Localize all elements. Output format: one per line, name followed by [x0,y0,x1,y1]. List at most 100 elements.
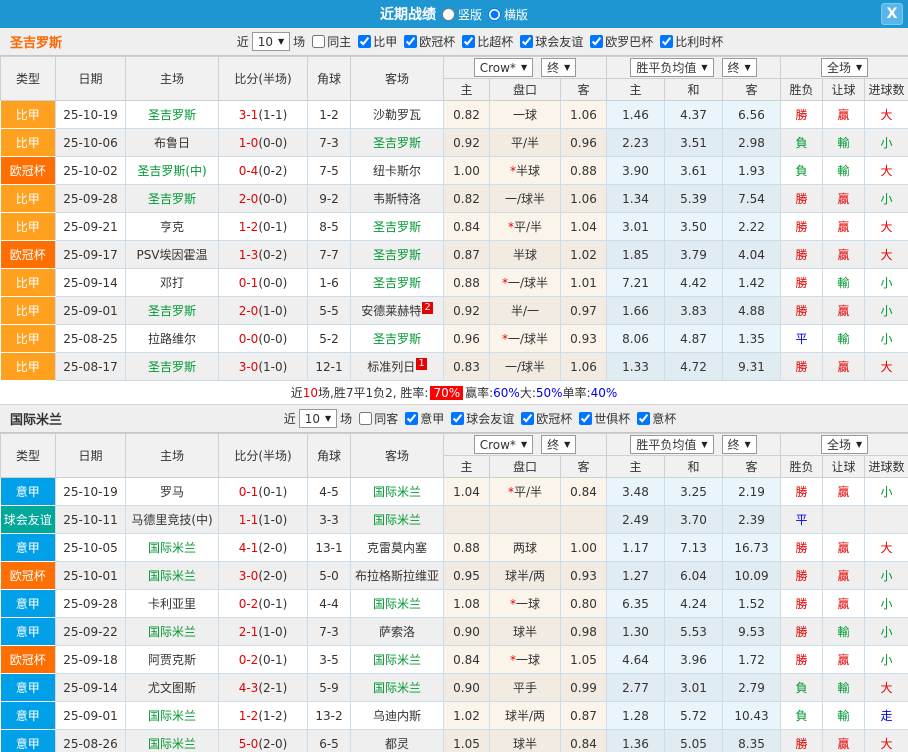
result-handicap-cell: 輸 [822,617,866,646]
corner-cell: 7-5 [307,156,351,185]
odds-home-cell: 0.88 [443,268,490,297]
result-goals-cell: 小 [864,184,908,213]
mean-away-cell: 1.35 [721,324,782,353]
mean-home-cell: 1.66 [606,296,665,325]
layout-radio-portrait[interactable]: 竖版 [441,6,482,23]
handicap-cell: *平/半 [489,212,561,241]
layout-radio-landscape[interactable]: 横版 [488,6,528,23]
league-checkbox[interactable]: 比甲 [354,33,397,50]
league-checkbox-input[interactable] [462,35,476,48]
type-badge: 意甲 [0,701,56,730]
result-wdl-cell: 平 [780,505,824,534]
halftime-score: (0-2) [258,247,288,262]
same-venue-checkbox[interactable]: 同主 [308,33,351,50]
league-checkbox-input[interactable] [579,412,593,425]
chevron-down-icon: ▼ [701,440,708,449]
result-goals-cell: 小 [864,477,908,506]
mean-away-cell: 2.19 [721,477,782,506]
mean-home-cell: 6.35 [606,589,665,618]
fulltime-score: 0-2 [238,652,259,667]
mean-away-cell: 4.88 [721,296,782,325]
header-主场: 主场 [125,56,219,101]
result-handicap-cell: 贏 [822,561,866,590]
date-cell: 25-09-18 [55,645,126,674]
date-cell: 25-10-05 [55,533,126,562]
mean-odds-dropdown[interactable]: 胜平负均值 ▼ [630,58,714,77]
home-team-cell: 国际米兰 [125,701,219,730]
halftime-score: (1-0) [258,512,288,527]
same-venue-checkbox[interactable]: 同客 [355,410,398,427]
league-checkbox-input[interactable] [637,412,651,425]
league-checkbox-input[interactable] [405,412,419,425]
mean-final-dropdown[interactable]: 终 ▼ [721,58,757,77]
fulltime-dropdown[interactable]: 全场 ▼ [820,58,869,77]
league-checkbox[interactable]: 比利时杯 [656,33,723,50]
header-角球: 角球 [307,56,351,101]
corner-cell: 7-3 [307,128,351,157]
fulltime-dropdown[interactable]: 全场 ▼ [820,435,869,454]
table-row: 意甲 25-10-05 国际米兰 4-1(2-0) 13-1 克雷莫内塞 0.88 两球 1.0… [0,533,908,562]
portrait-radio-label: 竖版 [457,7,482,22]
landscape-radio-icon[interactable] [488,7,501,21]
league-checkbox[interactable]: 意杯 [633,410,676,427]
handicap-cell [489,505,561,534]
league-checkbox-input[interactable] [404,35,418,48]
league-checkbox[interactable]: 球会友谊 [447,410,514,427]
league-checkbox-input[interactable] [520,35,534,48]
mean-home-cell: 1.17 [606,533,665,562]
same-venue-checkbox-input[interactable] [312,35,326,48]
mean-odds-dropdown[interactable]: 胜平负均值 ▼ [630,435,714,454]
corner-cell: 5-0 [307,561,351,590]
league-checkbox-input[interactable] [590,35,604,48]
handicap-text: 一球 [515,653,540,667]
corner-cell: 13-1 [307,533,351,562]
league-checkbox[interactable]: 球会友谊 [516,33,583,50]
league-checkbox[interactable]: 比超杯 [458,33,513,50]
result-handicap-cell: 贏 [822,212,866,241]
result-wdl-cell: 勝 [780,100,824,129]
mean-final-dropdown-label: 终 [727,438,740,452]
portrait-radio-icon[interactable] [441,7,455,21]
type-badge: 欧冠杯 [0,561,56,590]
close-icon[interactable]: X [881,3,903,25]
odds-final-dropdown-label: 终 [547,438,560,452]
odds-final-dropdown[interactable]: 终 ▼ [541,58,577,77]
header-比分(半场): 比分(半场) [218,433,308,478]
header-类型: 类型 [0,433,56,478]
corner-cell: 12-1 [307,352,351,381]
odds-source-dropdown-label: Crow* [479,437,516,452]
league-checkbox[interactable]: 欧冠杯 [400,33,455,50]
odds-source-dropdown[interactable]: Crow* ▼ [473,435,534,454]
league-checkbox[interactable]: 欧冠杯 [517,410,572,427]
same-venue-checkbox-input[interactable] [359,412,373,425]
handicap-cell: 球半/两 [489,561,561,590]
odds-source-dropdown[interactable]: Crow* ▼ [473,58,534,77]
league-checkbox[interactable]: 欧罗巴杯 [586,33,653,50]
home-team-cell: 圣吉罗斯(中) [125,156,219,185]
match-count-select[interactable]: 10 ▼ [298,409,338,428]
chevron-down-icon: ▼ [564,440,571,449]
odds-final-dropdown[interactable]: 终 ▼ [541,435,577,454]
chevron-down-icon: ▼ [325,414,332,423]
league-checkbox-input[interactable] [451,412,465,425]
date-cell: 25-09-01 [55,296,126,325]
result-goals-cell: 大 [864,240,908,269]
league-checkbox[interactable]: 意甲 [401,410,444,427]
mean-final-dropdown[interactable]: 终 ▼ [721,435,757,454]
league-checkbox-input[interactable] [521,412,535,425]
halftime-score: (0-0) [258,331,288,346]
handicap-text: 一球 [515,597,540,611]
table-row: 意甲 25-09-01 国际米兰 1-2(1-2) 13-2 乌迪内斯 1.02 球半/两 0.… [0,701,908,730]
result-handicap-cell: 輸 [822,673,866,702]
home-team-cell: 阿贾克斯 [125,645,219,674]
mean-draw-cell: 6.04 [664,561,723,590]
fulltime-score: 1-3 [238,247,259,262]
result-wdl-cell: 勝 [780,561,824,590]
match-count-select[interactable]: 10 ▼ [251,32,291,51]
league-checkbox-input[interactable] [660,35,674,48]
league-checkbox[interactable]: 世俱杯 [575,410,630,427]
date-cell: 25-09-28 [55,589,126,618]
away-team-cell: 国际米兰 [350,645,444,674]
odds-away-cell: 0.99 [560,673,607,702]
league-checkbox-input[interactable] [358,35,372,48]
